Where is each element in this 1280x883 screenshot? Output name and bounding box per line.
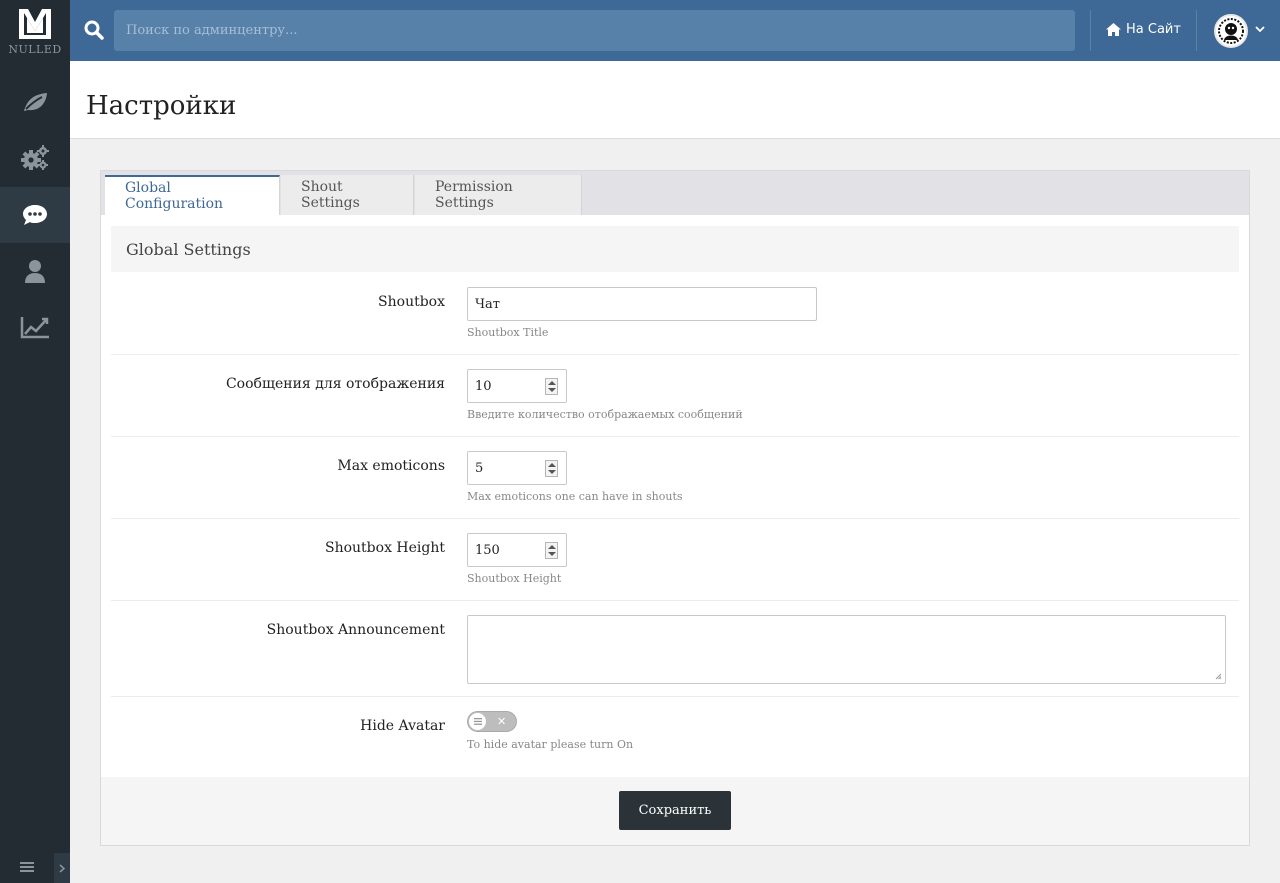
sidebar-item-chat[interactable] xyxy=(0,187,70,243)
user-avatar[interactable] xyxy=(1214,14,1248,48)
messages-count-value: 10 xyxy=(475,379,492,394)
section-header: Global Settings xyxy=(111,226,1239,272)
max-emoticons-label: Max emoticons xyxy=(337,458,445,474)
top-bar: На Сайт xyxy=(70,0,1280,61)
chart-line-icon xyxy=(20,317,49,339)
leaf-icon xyxy=(24,93,47,111)
messages-help: Введите количество отображаемых сообщени… xyxy=(467,408,743,421)
shoutbox-help: Shoutbox Title xyxy=(467,326,549,339)
settings-card: Global Configuration Shout Settings Perm… xyxy=(100,170,1250,846)
form-row-shoutbox: Shoutbox Shoutbox Title xyxy=(111,287,1239,355)
avatar-image xyxy=(1216,16,1246,46)
max-emoticons-input[interactable]: 5 xyxy=(467,451,567,485)
messages-count-input[interactable]: 10 xyxy=(467,369,567,403)
sidebar-item-users[interactable] xyxy=(0,243,70,299)
toggle-off-icon: ✕ xyxy=(497,715,507,728)
sidebar-toggle[interactable] xyxy=(54,853,70,883)
resize-grip-icon[interactable] xyxy=(1215,673,1222,680)
height-stepper[interactable] xyxy=(545,542,558,559)
max-emoticons-value: 5 xyxy=(475,461,484,476)
shoutbox-title-input[interactable] xyxy=(467,287,817,321)
page-title: Настройки xyxy=(86,91,237,121)
form-row-hide-avatar: Hide Avatar ✕ To hide avatar please turn… xyxy=(111,711,1239,773)
card-footer: Сохранить xyxy=(101,777,1249,845)
form-row-max-emoticons: Max emoticons 5 Max emoticons one can ha… xyxy=(111,451,1239,519)
sidebar-item-settings[interactable] xyxy=(0,130,70,186)
visit-site-label: На Сайт xyxy=(1126,22,1181,37)
sidebar-item-leaf[interactable] xyxy=(0,74,70,130)
tab-global-configuration[interactable]: Global Configuration xyxy=(105,175,280,215)
messages-count-stepper[interactable] xyxy=(545,378,558,395)
max-emoticons-stepper[interactable] xyxy=(545,460,558,477)
hide-avatar-toggle[interactable]: ✕ xyxy=(467,711,517,732)
form-row-messages: Сообщения для отображения 10 Введите кол… xyxy=(111,369,1239,437)
sidebar: NULLED xyxy=(0,0,70,883)
messages-label: Сообщения для отображения xyxy=(225,376,445,392)
search-input[interactable] xyxy=(114,10,1075,51)
tab-shout-settings[interactable]: Shout Settings xyxy=(281,175,414,215)
user-icon xyxy=(25,260,45,283)
announcement-label: Shoutbox Announcement xyxy=(266,622,445,638)
section-title: Global Settings xyxy=(126,240,251,259)
gears-icon xyxy=(21,145,49,170)
logo-text: NULLED xyxy=(8,43,62,56)
max-emoticons-help: Max emoticons one can have in shouts xyxy=(467,490,683,503)
tab-permission-settings[interactable]: Permission Settings xyxy=(415,175,582,215)
grip-lines-icon xyxy=(473,718,482,725)
top-bar-divider xyxy=(1090,10,1091,51)
height-help: Shoutbox Height xyxy=(467,572,562,585)
height-input[interactable]: 150 xyxy=(467,533,567,567)
home-icon xyxy=(1106,23,1121,36)
chevron-down-icon[interactable] xyxy=(1255,26,1265,33)
toggle-knob xyxy=(469,713,486,730)
hide-avatar-label: Hide Avatar xyxy=(360,718,445,734)
announcement-textarea[interactable] xyxy=(467,615,1226,684)
sidebar-footer xyxy=(0,851,70,883)
logo-icon xyxy=(19,9,51,39)
visit-site-link[interactable]: На Сайт xyxy=(1106,22,1181,37)
menu-icon[interactable] xyxy=(20,860,34,874)
tab-bar: Global Configuration Shout Settings Perm… xyxy=(101,171,1249,215)
comments-icon xyxy=(23,205,47,225)
height-value: 150 xyxy=(475,543,500,558)
sidebar-item-stats[interactable] xyxy=(0,299,70,355)
search-icon[interactable] xyxy=(84,20,104,40)
chevron-right-icon xyxy=(59,863,65,873)
shoutbox-label: Shoutbox xyxy=(378,294,445,310)
height-label: Shoutbox Height xyxy=(325,540,445,556)
shoutbox-field-wrap xyxy=(467,287,817,321)
logo[interactable]: NULLED xyxy=(0,0,70,70)
form-row-height: Shoutbox Height 150 Shoutbox Height xyxy=(111,533,1239,601)
save-button[interactable]: Сохранить xyxy=(619,791,731,830)
page-header: Настройки xyxy=(70,61,1280,139)
top-bar-divider xyxy=(1196,10,1197,51)
form-row-announcement: Shoutbox Announcement xyxy=(111,615,1239,697)
hide-avatar-help: To hide avatar please turn On xyxy=(467,738,634,751)
